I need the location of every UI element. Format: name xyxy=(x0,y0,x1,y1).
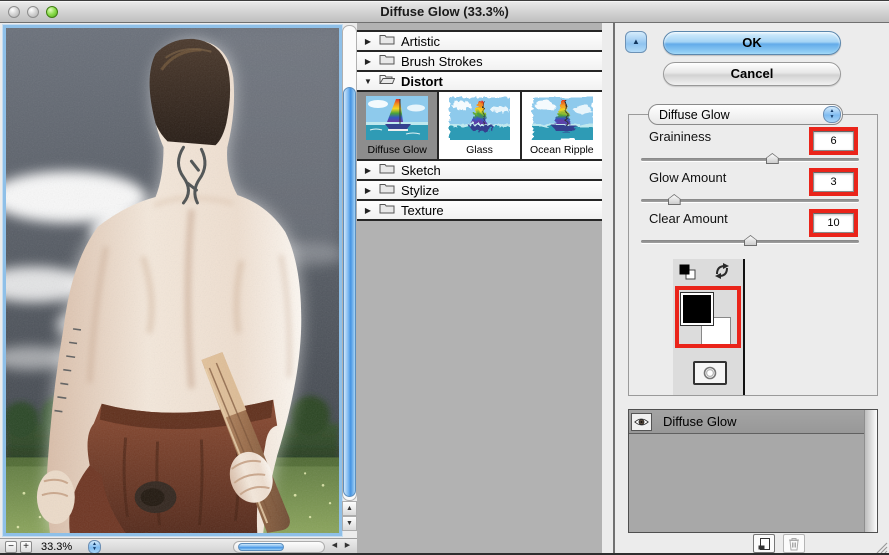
glow-amount-slider-thumb[interactable] xyxy=(667,194,681,205)
vertical-scroll-thumb[interactable] xyxy=(343,87,356,497)
filter-select-dropdown[interactable]: Diffuse Glow ▲ ▼ xyxy=(648,104,843,125)
effect-layer-name: Diffuse Glow xyxy=(663,414,737,429)
zoom-button[interactable] xyxy=(46,6,58,18)
sailboat-thumbnail xyxy=(448,96,511,140)
category-label: Brush Strokes xyxy=(401,53,483,69)
circle-icon xyxy=(703,366,717,380)
trash-icon xyxy=(789,537,799,550)
graininess-slider-thumb[interactable] xyxy=(765,153,779,164)
slider-label-glow-amount: Glow Amount xyxy=(649,170,727,185)
zoom-in-button[interactable]: + xyxy=(20,540,32,553)
foreground-color-swatch[interactable] xyxy=(680,292,714,326)
open-folder-icon xyxy=(379,72,396,90)
scroll-left-button[interactable]: ◀ xyxy=(328,540,341,553)
delete-effect-layer-button[interactable] xyxy=(783,534,805,553)
annotation-highlight-box: 10 xyxy=(809,209,858,237)
folder-icon xyxy=(379,32,395,50)
disclosure-triangle-icon[interactable]: ▶ xyxy=(363,57,373,66)
glow-amount-input[interactable]: 3 xyxy=(813,172,854,192)
distort-thumbnails: Diffuse Glow Glass Ocean Ripple xyxy=(357,92,602,161)
new-effect-layer-button[interactable] xyxy=(753,534,775,553)
preview-vertical-scrollbar: ▲ ▼ xyxy=(342,25,357,531)
scroll-right-button[interactable]: ▶ xyxy=(341,540,354,553)
thumbnail-glass[interactable]: Glass xyxy=(439,92,522,159)
sailboat-thumbnail xyxy=(366,96,429,140)
thumbnail-ocean-ripple[interactable]: Ocean Ripple xyxy=(521,92,602,159)
disclosure-triangle-icon[interactable]: ▶ xyxy=(363,166,373,175)
window-resize-grip[interactable] xyxy=(874,540,888,554)
category-label: Sketch xyxy=(401,162,441,178)
annotation-highlight-box: 3 xyxy=(809,168,858,196)
effect-layer-row[interactable]: Diffuse Glow xyxy=(629,410,877,434)
filter-category-brush-strokes[interactable]: ▶ Brush Strokes xyxy=(357,52,602,72)
dropdown-stepper-icon: ▲ ▼ xyxy=(823,106,841,123)
annotation-highlight-box: 6 xyxy=(809,127,858,155)
folder-icon xyxy=(379,201,395,219)
selected-filter-label: Diffuse Glow xyxy=(659,107,730,122)
traffic-lights xyxy=(8,6,58,18)
disclosure-triangle-icon[interactable]: ▼ xyxy=(363,77,373,86)
clear-amount-slider-thumb[interactable] xyxy=(744,235,757,246)
panel-divider[interactable] xyxy=(613,23,615,554)
disclosure-triangle-icon[interactable]: ▶ xyxy=(363,37,373,46)
scroll-up-button[interactable]: ▲ xyxy=(342,501,357,516)
color-control xyxy=(673,259,745,395)
zoom-level[interactable]: 33.3% xyxy=(41,541,85,553)
zoom-out-button[interactable]: − xyxy=(5,540,17,553)
layers-scrollbar-track[interactable] xyxy=(864,410,877,532)
graininess-input[interactable]: 6 xyxy=(813,131,854,151)
standard-mode-button[interactable] xyxy=(693,361,727,385)
close-button[interactable] xyxy=(8,6,20,18)
slider-label-clear-amount: Clear Amount xyxy=(649,211,728,226)
thumbnail-label: Diffuse Glow xyxy=(367,144,427,156)
disclosure-triangle-icon[interactable]: ▶ xyxy=(363,186,373,195)
collapse-filter-list-button[interactable]: ▲ xyxy=(625,31,647,53)
default-colors-icon[interactable] xyxy=(679,264,697,280)
title-bar: Diffuse Glow (33.3%) xyxy=(0,1,889,23)
filter-list: ▶ Artistic ▶ Brush Strokes ▼ Distort Dif… xyxy=(357,23,602,554)
category-label: Stylize xyxy=(401,182,440,198)
folder-icon xyxy=(379,181,395,199)
filter-category-texture[interactable]: ▶ Texture xyxy=(357,201,602,221)
filter-gallery-window: Diffuse Glow (33.3%) ▲ ▼ − + 33.3% ▲ ▼ ◀… xyxy=(0,0,889,555)
folder-icon xyxy=(379,52,395,70)
clear-amount-slider[interactable] xyxy=(641,235,859,246)
window-title: Diffuse Glow (33.3%) xyxy=(380,4,509,19)
clear-amount-input[interactable]: 10 xyxy=(813,213,854,233)
ok-button[interactable]: OK xyxy=(663,31,841,55)
category-label: Texture xyxy=(401,202,444,218)
filter-category-artistic[interactable]: ▶ Artistic xyxy=(357,32,602,52)
sailboat-thumbnail xyxy=(530,96,593,140)
zoom-stepper[interactable]: ▲ ▼ xyxy=(88,539,101,554)
filter-category-sketch[interactable]: ▶ Sketch xyxy=(357,161,602,181)
horizontal-scroll-thumb[interactable] xyxy=(238,542,284,551)
filter-category-distort[interactable]: ▼ Distort xyxy=(357,72,602,92)
preview-pane xyxy=(3,25,342,536)
graininess-slider[interactable] xyxy=(641,153,859,164)
cancel-button[interactable]: Cancel xyxy=(663,62,841,86)
new-layer-icon xyxy=(758,537,770,550)
preview-image[interactable] xyxy=(6,28,339,533)
eye-icon xyxy=(634,418,649,425)
filter-category-stylize[interactable]: ▶ Stylize xyxy=(357,181,602,201)
stepper-down-icon: ▼ xyxy=(92,545,97,552)
thumbnail-label: Glass xyxy=(466,144,493,156)
minimize-button[interactable] xyxy=(27,6,39,18)
category-label: Distort xyxy=(401,73,443,89)
disclosure-triangle-icon[interactable]: ▶ xyxy=(363,206,373,215)
filter-options-group: Graininess 6 Glow Amount 3 Clear Amount … xyxy=(628,114,878,396)
layer-visibility-button[interactable] xyxy=(631,412,652,431)
category-label: Artistic xyxy=(401,33,440,49)
glow-amount-slider[interactable] xyxy=(641,194,859,205)
thumbnail-label: Ocean Ripple xyxy=(530,144,594,156)
horizontal-scroll-track[interactable] xyxy=(233,540,325,553)
scroll-down-button[interactable]: ▼ xyxy=(342,516,357,531)
preview-statusbar: − + 33.3% ▲ ▼ ◀ ▶ xyxy=(0,538,357,554)
thumbnail-diffuse-glow[interactable]: Diffuse Glow xyxy=(357,92,440,159)
effect-layers-panel: Diffuse Glow xyxy=(628,409,878,533)
swap-colors-icon[interactable] xyxy=(713,262,731,280)
folder-icon xyxy=(379,161,395,179)
stepper-down-icon: ▼ xyxy=(829,113,835,120)
slider-label-graininess: Graininess xyxy=(649,129,712,144)
